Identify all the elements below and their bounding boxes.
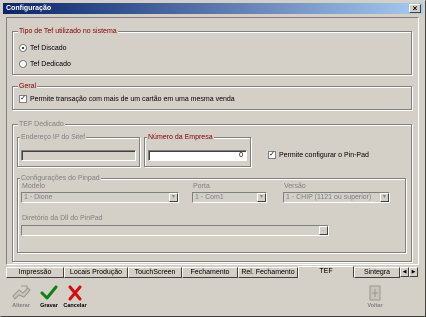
geral-legend: Geral — [18, 82, 38, 91]
versao-label: Versão — [284, 183, 306, 190]
versao-select[interactable]: 1 - CHIP (1121 ou superior) ▼ — [283, 192, 390, 203]
tab-rel-fechamento[interactable]: Rel. Fechamento — [238, 267, 298, 278]
versao-value: 1 - CHIP (1121 ou superior) — [286, 194, 372, 201]
check-icon — [37, 284, 61, 302]
tab-sintegra[interactable]: Sintegra — [354, 267, 400, 278]
porta-select[interactable]: 1 - Com1 ▼ — [192, 192, 267, 203]
modelo-value: 1 - Dione — [24, 194, 53, 201]
tab-tef-label: TEF — [319, 268, 333, 275]
tab-sintegra-label: Sintegra — [363, 269, 391, 276]
window-title: Configuração — [6, 5, 52, 12]
browse-icon[interactable]: … — [319, 226, 328, 235]
edit-hand-icon — [9, 284, 33, 302]
dropdown-arrow-icon: ▼ — [257, 193, 266, 202]
tab-touchscreen[interactable]: TouchScreen — [128, 267, 182, 278]
ip-sitef-input[interactable] — [21, 150, 136, 161]
tab-touchscreen-label: TouchScreen — [134, 269, 176, 276]
tab-locais-producao-label: Locais Produção — [69, 269, 123, 276]
pinpad-config-checkbox[interactable]: ✓ Permite configurar o Pin-Pad — [268, 151, 369, 159]
tab-locais-producao[interactable]: Locais Produção — [64, 267, 128, 278]
voltar-button[interactable]: Voltar — [363, 284, 387, 314]
tab-scroll-left-icon[interactable]: ◀ — [400, 267, 409, 277]
tipo-tef-legend: Tipo de Tef utilizado no sistema — [18, 27, 118, 36]
ip-sitef-box: Endereço IP do Sitef — [17, 133, 140, 167]
empresa-input[interactable]: 0 — [148, 150, 247, 161]
radio-tef-discado-label: Tef Discado — [30, 44, 67, 52]
exit-door-icon — [363, 284, 387, 302]
alterar-button[interactable]: Alterar — [9, 284, 33, 314]
tab-content-tef: Tipo de Tef utilizado no sistema Tef Dis… — [6, 17, 419, 265]
tab-tef[interactable]: TEF — [298, 266, 354, 278]
cancel-x-icon — [63, 284, 87, 302]
dll-input[interactable]: … — [21, 225, 329, 236]
close-button[interactable]: × — [409, 4, 421, 13]
radio-tef-dedicado-label: Tef Dedicado — [30, 60, 71, 68]
voltar-label: Voltar — [367, 303, 383, 309]
close-icon: × — [412, 4, 418, 13]
tab-strip: Impressão Locais Produção TouchScreen Fe… — [6, 266, 419, 279]
tab-scroll-right-icon[interactable]: ▶ — [409, 267, 418, 277]
empresa-label: Número da Empresa — [147, 133, 214, 142]
dropdown-arrow-icon: ▼ — [169, 193, 178, 202]
tab-impressao[interactable]: Impressão — [6, 267, 64, 278]
empresa-box: Número da Empresa 0 — [144, 133, 251, 167]
tab-fechamento-label: Fechamento — [190, 269, 230, 276]
cancelar-label: Cancelar — [63, 303, 87, 309]
pinpad-config-label: Permite configurar o Pin-Pad — [279, 151, 369, 159]
config-window: Configuração × Tipo de Tef utilizado no … — [0, 0, 426, 317]
title-bar: Configuração × — [3, 3, 423, 14]
multi-card-label: Permite transação com mais de um cartão … — [30, 95, 235, 103]
porta-label: Porta — [193, 183, 210, 190]
geral-group: Geral ✓ Permite transação com mais de um… — [12, 82, 412, 110]
modelo-select[interactable]: 1 - Dione ▼ — [21, 192, 179, 203]
pinpad-group: Configurações do Pinpad Modelo 1 - Dione… — [17, 174, 406, 253]
tab-fechamento[interactable]: Fechamento — [182, 267, 238, 278]
tipo-tef-group: Tipo de Tef utilizado no sistema Tef Dis… — [12, 27, 412, 75]
tef-dedicado-legend: TEF Dedicado — [18, 120, 65, 129]
dll-label: Diretório da Dll do PinPad — [22, 215, 103, 222]
tef-dedicado-group: TEF Dedicado Endereço IP do Sitef Número… — [12, 120, 412, 262]
bottom-toolbar: Alterar Gravar Cancelar Voltar — [3, 282, 423, 315]
multi-card-checkbox[interactable]: ✓ Permite transação com mais de um cartã… — [19, 95, 235, 103]
checkmark-icon: ✓ — [268, 151, 276, 159]
tab-rel-fechamento-label: Rel. Fechamento — [241, 269, 295, 276]
ip-sitef-label: Endereço IP do Sitef — [20, 133, 87, 142]
modelo-label: Modelo — [22, 183, 45, 190]
tab-impressao-label: Impressão — [18, 269, 52, 276]
checkmark-icon: ✓ — [19, 95, 27, 103]
dropdown-arrow-icon: ▼ — [380, 193, 389, 202]
cancelar-button[interactable]: Cancelar — [63, 284, 87, 314]
radio-checked-icon — [19, 44, 27, 52]
radio-tef-dedicado[interactable]: Tef Dedicado — [19, 60, 71, 68]
porta-value: 1 - Com1 — [195, 194, 224, 201]
radio-unchecked-icon — [19, 60, 27, 68]
radio-tef-discado[interactable]: Tef Discado — [19, 44, 67, 52]
gravar-button[interactable]: Gravar — [37, 284, 61, 314]
